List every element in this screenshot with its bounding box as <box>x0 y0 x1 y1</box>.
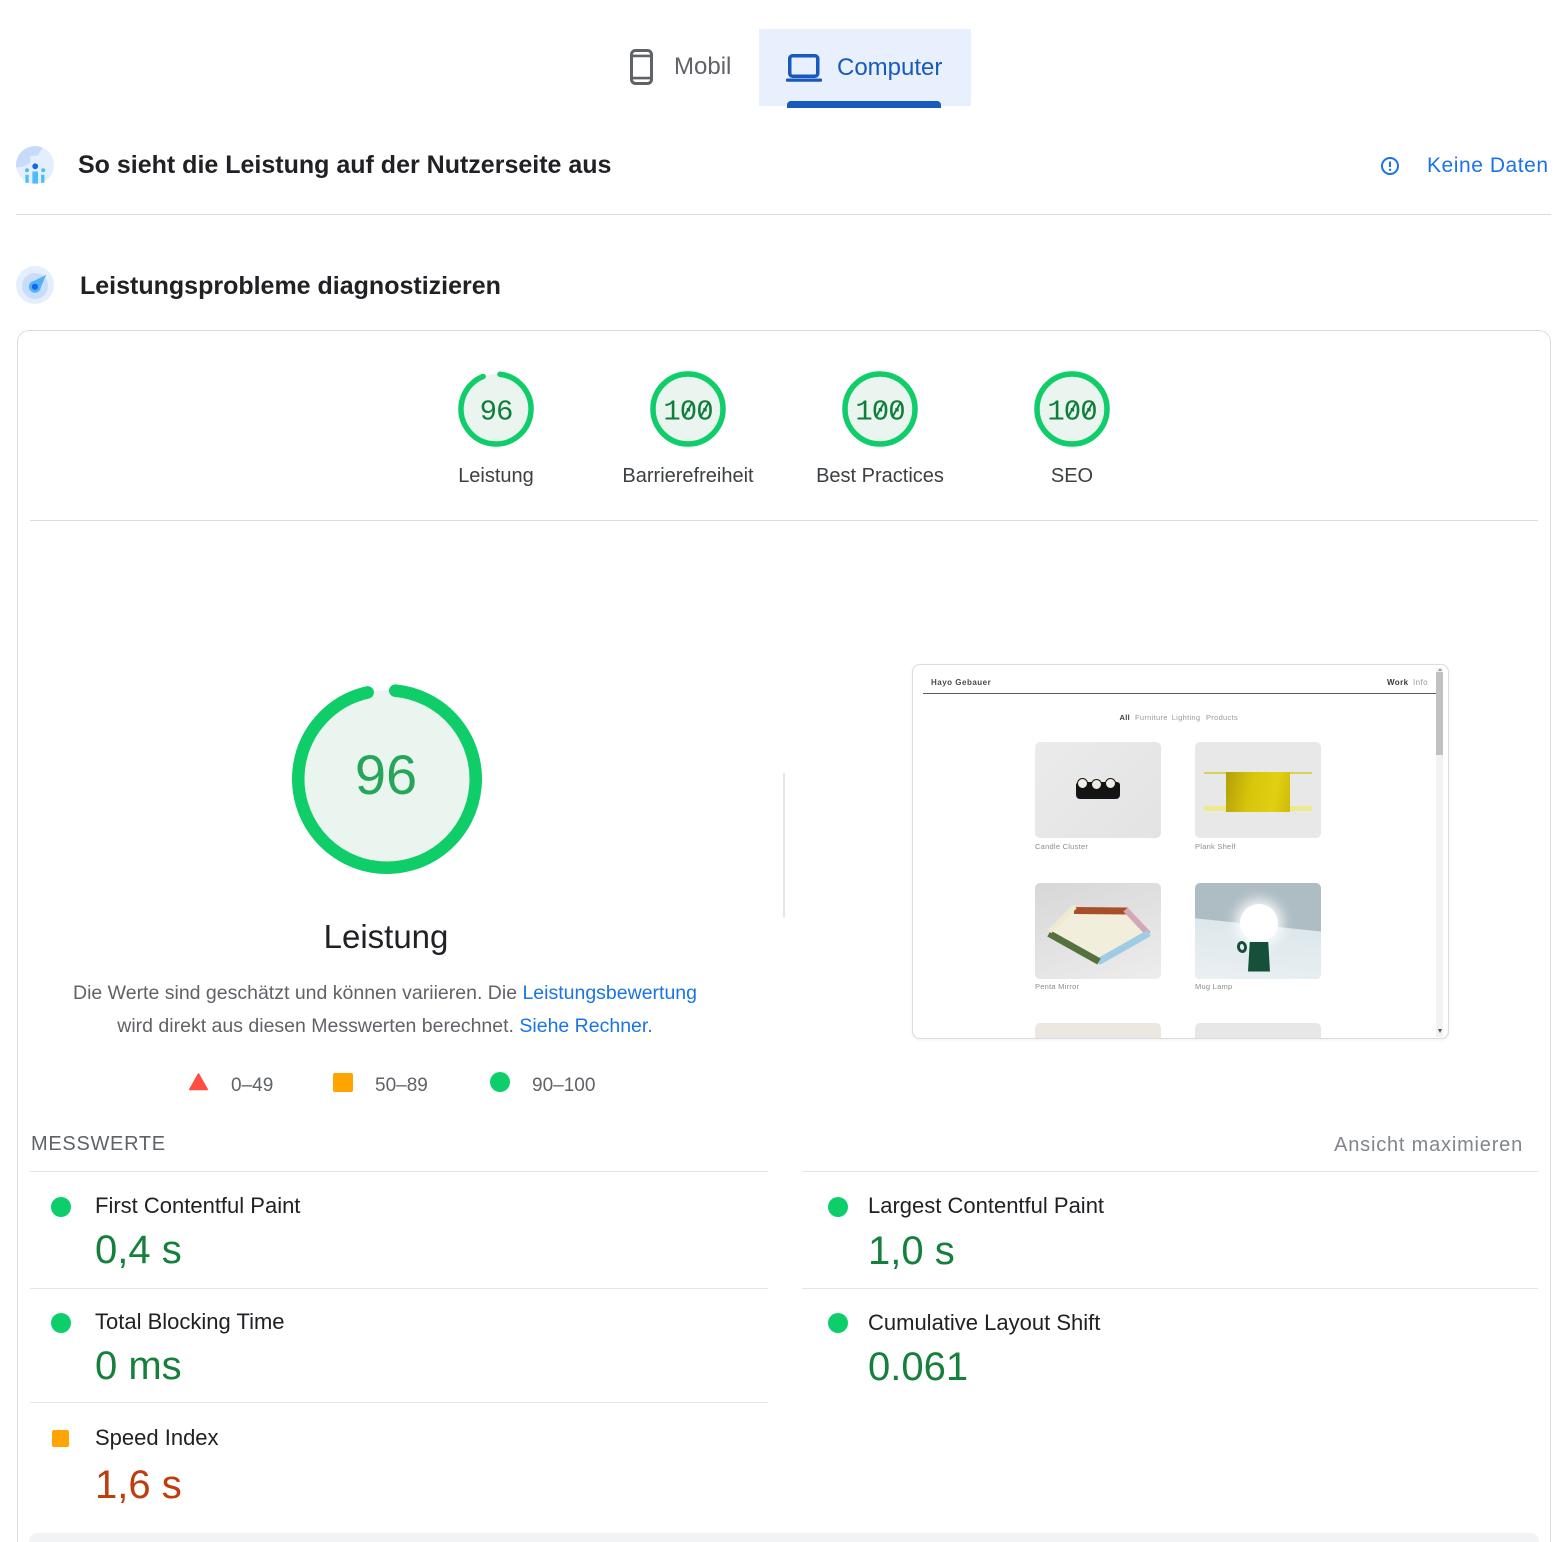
svg-text:100: 100 <box>1047 396 1096 429</box>
svg-text:100: 100 <box>855 396 904 429</box>
svg-text:100: 100 <box>663 396 712 429</box>
svg-text:96: 96 <box>480 396 513 429</box>
